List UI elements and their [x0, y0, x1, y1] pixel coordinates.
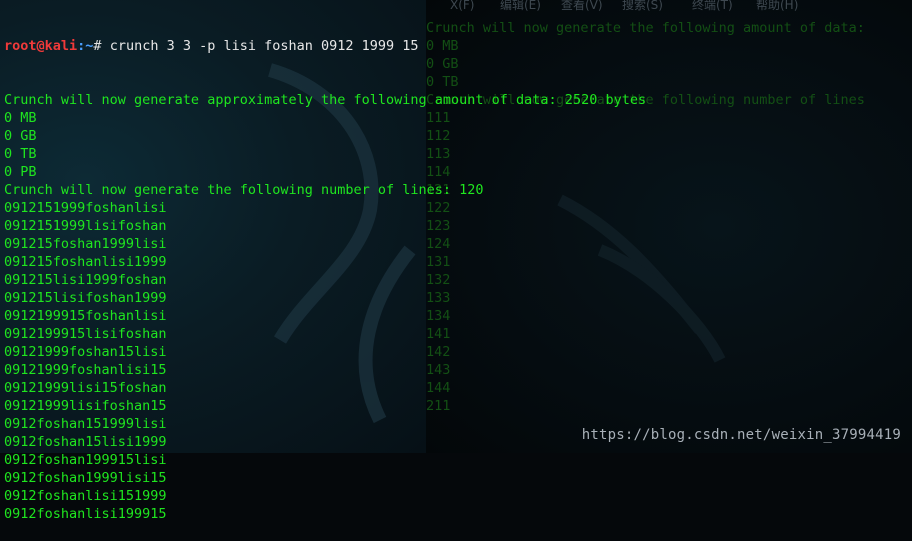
output-line: 09121999lisifoshan15 — [4, 398, 167, 414]
output-line: 091215foshanlisi1999 — [4, 254, 167, 270]
output-line: 09121999lisi15foshan — [4, 380, 167, 396]
csdn-watermark: https://blog.csdn.net/weixin_37994419 — [581, 427, 901, 443]
foreground-terminal[interactable]: root@kali:~# crunch 3 3 -p lisi foshan 0… — [4, 1, 912, 541]
output-line: 09121999foshanlisi15 — [4, 362, 167, 378]
prompt-path: :~ — [77, 38, 94, 54]
output-line: 091215lisifoshan1999 — [4, 290, 167, 306]
output-line: 091215foshan1999lisi — [4, 236, 167, 252]
output-line: 0912199915lisifoshan — [4, 326, 167, 342]
command-prompt-line: root@kali:~# crunch 3 3 -p lisi foshan 0… — [4, 37, 912, 55]
output-line: 0912199915foshanlisi — [4, 308, 167, 324]
output-line: 0 MB — [4, 110, 37, 126]
output-line: 0912foshanlisi151999 — [4, 488, 167, 504]
output-line: 0912151999lisifoshan — [4, 218, 167, 234]
command-text: crunch 3 3 -p lisi foshan 0912 1999 15 — [101, 38, 419, 54]
output-line: 0912foshan1999lisi15 — [4, 470, 167, 486]
output-line: Crunch will now generate the following n… — [4, 182, 484, 198]
output-line: 0912foshan199915lisi — [4, 452, 167, 468]
terminal-output: Crunch will now generate approximately t… — [4, 91, 912, 523]
output-line: 0 GB — [4, 128, 37, 144]
output-line: 09121999foshan15lisi — [4, 344, 167, 360]
prompt-user-host: root@kali — [4, 38, 78, 54]
output-line: 0912foshanlisi199915 — [4, 506, 167, 522]
output-line: 0912151999foshanlisi — [4, 200, 167, 216]
output-line: 0 TB — [4, 146, 37, 162]
output-line: 091215lisi1999foshan — [4, 272, 167, 288]
output-line: Crunch will now generate approximately t… — [4, 92, 647, 108]
prompt-symbol: # — [93, 38, 102, 54]
output-line: 0 PB — [4, 164, 37, 180]
